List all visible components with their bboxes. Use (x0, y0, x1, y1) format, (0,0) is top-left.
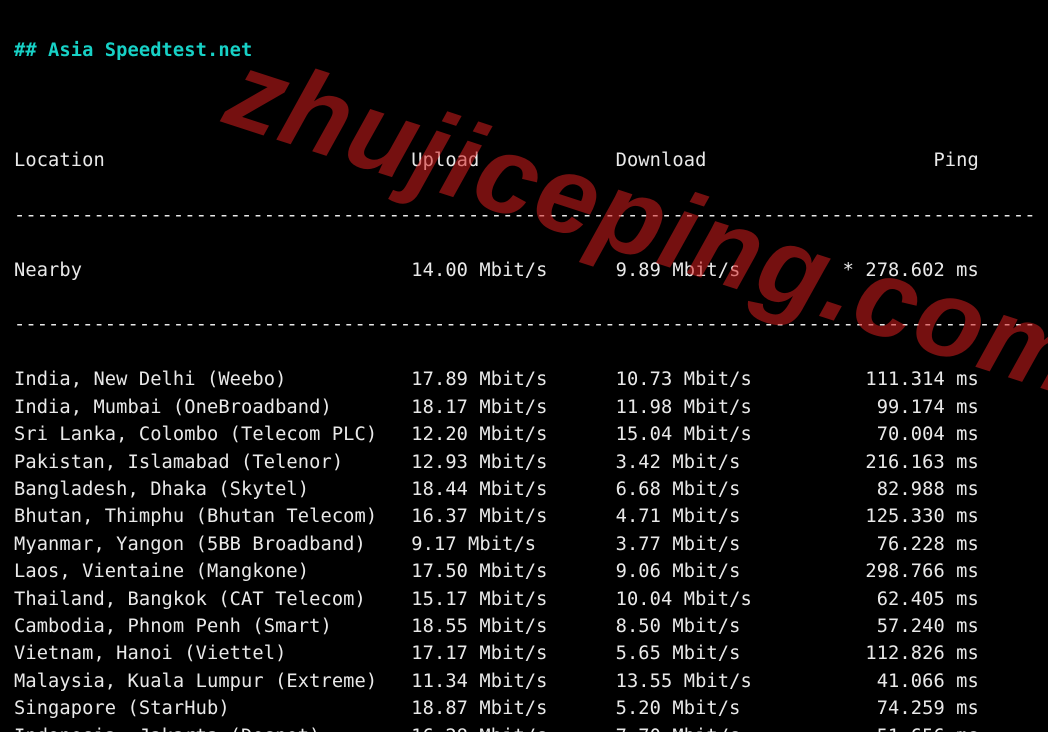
divider: ----------------------------------------… (14, 311, 1034, 338)
cell-download: 7.70 Mbit/s (616, 723, 820, 732)
nearby-location: Nearby (14, 257, 411, 284)
cell-location: Vietnam, Hanoi (Viettel) (14, 640, 411, 667)
cell-location: Pakistan, Islamabad (Telenor) (14, 449, 411, 476)
col-upload: Upload (411, 147, 615, 174)
cell-upload: 16.28 Mbit/s (411, 723, 615, 732)
col-location: Location (14, 147, 411, 174)
table-row: Thailand, Bangkok (CAT Telecom) 15.17 Mb… (14, 586, 1034, 613)
table-row: Cambodia, Phnom Penh (Smart) 18.55 Mbit/… (14, 613, 1034, 640)
cell-download: 6.68 Mbit/s (616, 476, 820, 503)
table-row: Vietnam, Hanoi (Viettel) 17.17 Mbit/s 5.… (14, 640, 1034, 667)
cell-download: 5.65 Mbit/s (616, 640, 820, 667)
cell-upload: 12.20 Mbit/s (411, 421, 615, 448)
cell-ping: 125.330 ms (820, 503, 979, 530)
table-row: Singapore (StarHub) 18.87 Mbit/s 5.20 Mb… (14, 695, 1034, 722)
section-title: ## Asia Speedtest.net (14, 37, 1034, 64)
cell-download: 9.06 Mbit/s (616, 558, 820, 585)
cell-ping: 99.174 ms (820, 394, 979, 421)
cell-download: 4.71 Mbit/s (616, 503, 820, 530)
table-row: Bangladesh, Dhaka (Skytel) 18.44 Mbit/s … (14, 476, 1034, 503)
cell-location: Myanmar, Yangon (5BB Broadband) (14, 531, 411, 558)
table-row: Bhutan, Thimphu (Bhutan Telecom) 16.37 M… (14, 503, 1034, 530)
table-row: Myanmar, Yangon (5BB Broadband) 9.17 Mbi… (14, 531, 1034, 558)
cell-download: 15.04 Mbit/s (616, 421, 820, 448)
cell-upload: 11.34 Mbit/s (411, 668, 615, 695)
cell-location: Bangladesh, Dhaka (Skytel) (14, 476, 411, 503)
cell-download: 3.77 Mbit/s (616, 531, 820, 558)
cell-location: Thailand, Bangkok (CAT Telecom) (14, 586, 411, 613)
cell-upload: 12.93 Mbit/s (411, 449, 615, 476)
cell-download: 10.04 Mbit/s (616, 586, 820, 613)
cell-upload: 18.55 Mbit/s (411, 613, 615, 640)
cell-ping: 112.826 ms (820, 640, 979, 667)
results-body: India, New Delhi (Weebo) 17.89 Mbit/s 10… (14, 366, 1034, 732)
table-row: India, New Delhi (Weebo) 17.89 Mbit/s 10… (14, 366, 1034, 393)
cell-ping: 74.259 ms (820, 695, 979, 722)
cell-download: 8.50 Mbit/s (616, 613, 820, 640)
cell-upload: 17.17 Mbit/s (411, 640, 615, 667)
cell-ping: 62.405 ms (820, 586, 979, 613)
cell-location: Laos, Vientaine (Mangkone) (14, 558, 411, 585)
cell-ping: 111.314 ms (820, 366, 979, 393)
terminal-output: ## Asia Speedtest.net Location Upload Do… (0, 0, 1048, 732)
cell-location: India, New Delhi (Weebo) (14, 366, 411, 393)
cell-upload: 16.37 Mbit/s (411, 503, 615, 530)
cell-ping: 41.066 ms (820, 668, 979, 695)
cell-download: 11.98 Mbit/s (616, 394, 820, 421)
table-row: Malaysia, Kuala Lumpur (Extreme) 11.34 M… (14, 668, 1034, 695)
cell-download: 10.73 Mbit/s (616, 366, 820, 393)
cell-ping: 298.766 ms (820, 558, 979, 585)
cell-ping: 70.004 ms (820, 421, 979, 448)
table-row: Sri Lanka, Colombo (Telecom PLC) 12.20 M… (14, 421, 1034, 448)
table-row: Indonesia, Jakarta (Desnet) 16.28 Mbit/s… (14, 723, 1034, 732)
nearby-ping: * 278.602 ms (820, 257, 979, 284)
cell-download: 3.42 Mbit/s (616, 449, 820, 476)
nearby-download: 9.89 Mbit/s (616, 257, 820, 284)
cell-location: Bhutan, Thimphu (Bhutan Telecom) (14, 503, 411, 530)
nearby-upload: 14.00 Mbit/s (411, 257, 615, 284)
cell-ping: 82.988 ms (820, 476, 979, 503)
cell-download: 5.20 Mbit/s (616, 695, 820, 722)
table-row: Pakistan, Islamabad (Telenor) 12.93 Mbit… (14, 449, 1034, 476)
cell-ping: 76.228 ms (820, 531, 979, 558)
cell-upload: 18.17 Mbit/s (411, 394, 615, 421)
table-row: Laos, Vientaine (Mangkone) 17.50 Mbit/s … (14, 558, 1034, 585)
cell-ping: 216.163 ms (820, 449, 979, 476)
cell-upload: 9.17 Mbit/s (411, 531, 615, 558)
blank-line (14, 92, 1034, 119)
col-ping: Ping (820, 147, 979, 174)
cell-download: 13.55 Mbit/s (616, 668, 820, 695)
cell-ping: 51.656 ms (820, 723, 979, 732)
cell-upload: 17.89 Mbit/s (411, 366, 615, 393)
table-row: India, Mumbai (OneBroadband) 18.17 Mbit/… (14, 394, 1034, 421)
cell-upload: 18.87 Mbit/s (411, 695, 615, 722)
cell-location: India, Mumbai (OneBroadband) (14, 394, 411, 421)
cell-location: Malaysia, Kuala Lumpur (Extreme) (14, 668, 411, 695)
cell-location: Cambodia, Phnom Penh (Smart) (14, 613, 411, 640)
cell-upload: 17.50 Mbit/s (411, 558, 615, 585)
cell-location: Sri Lanka, Colombo (Telecom PLC) (14, 421, 411, 448)
divider: ----------------------------------------… (14, 202, 1034, 229)
cell-ping: 57.240 ms (820, 613, 979, 640)
cell-upload: 15.17 Mbit/s (411, 586, 615, 613)
cell-location: Indonesia, Jakarta (Desnet) (14, 723, 411, 732)
header-row: Location Upload Download Ping (14, 147, 1034, 174)
nearby-row: Nearby 14.00 Mbit/s 9.89 Mbit/s * 278.60… (14, 257, 1034, 284)
col-download: Download (616, 147, 820, 174)
cell-upload: 18.44 Mbit/s (411, 476, 615, 503)
cell-location: Singapore (StarHub) (14, 695, 411, 722)
